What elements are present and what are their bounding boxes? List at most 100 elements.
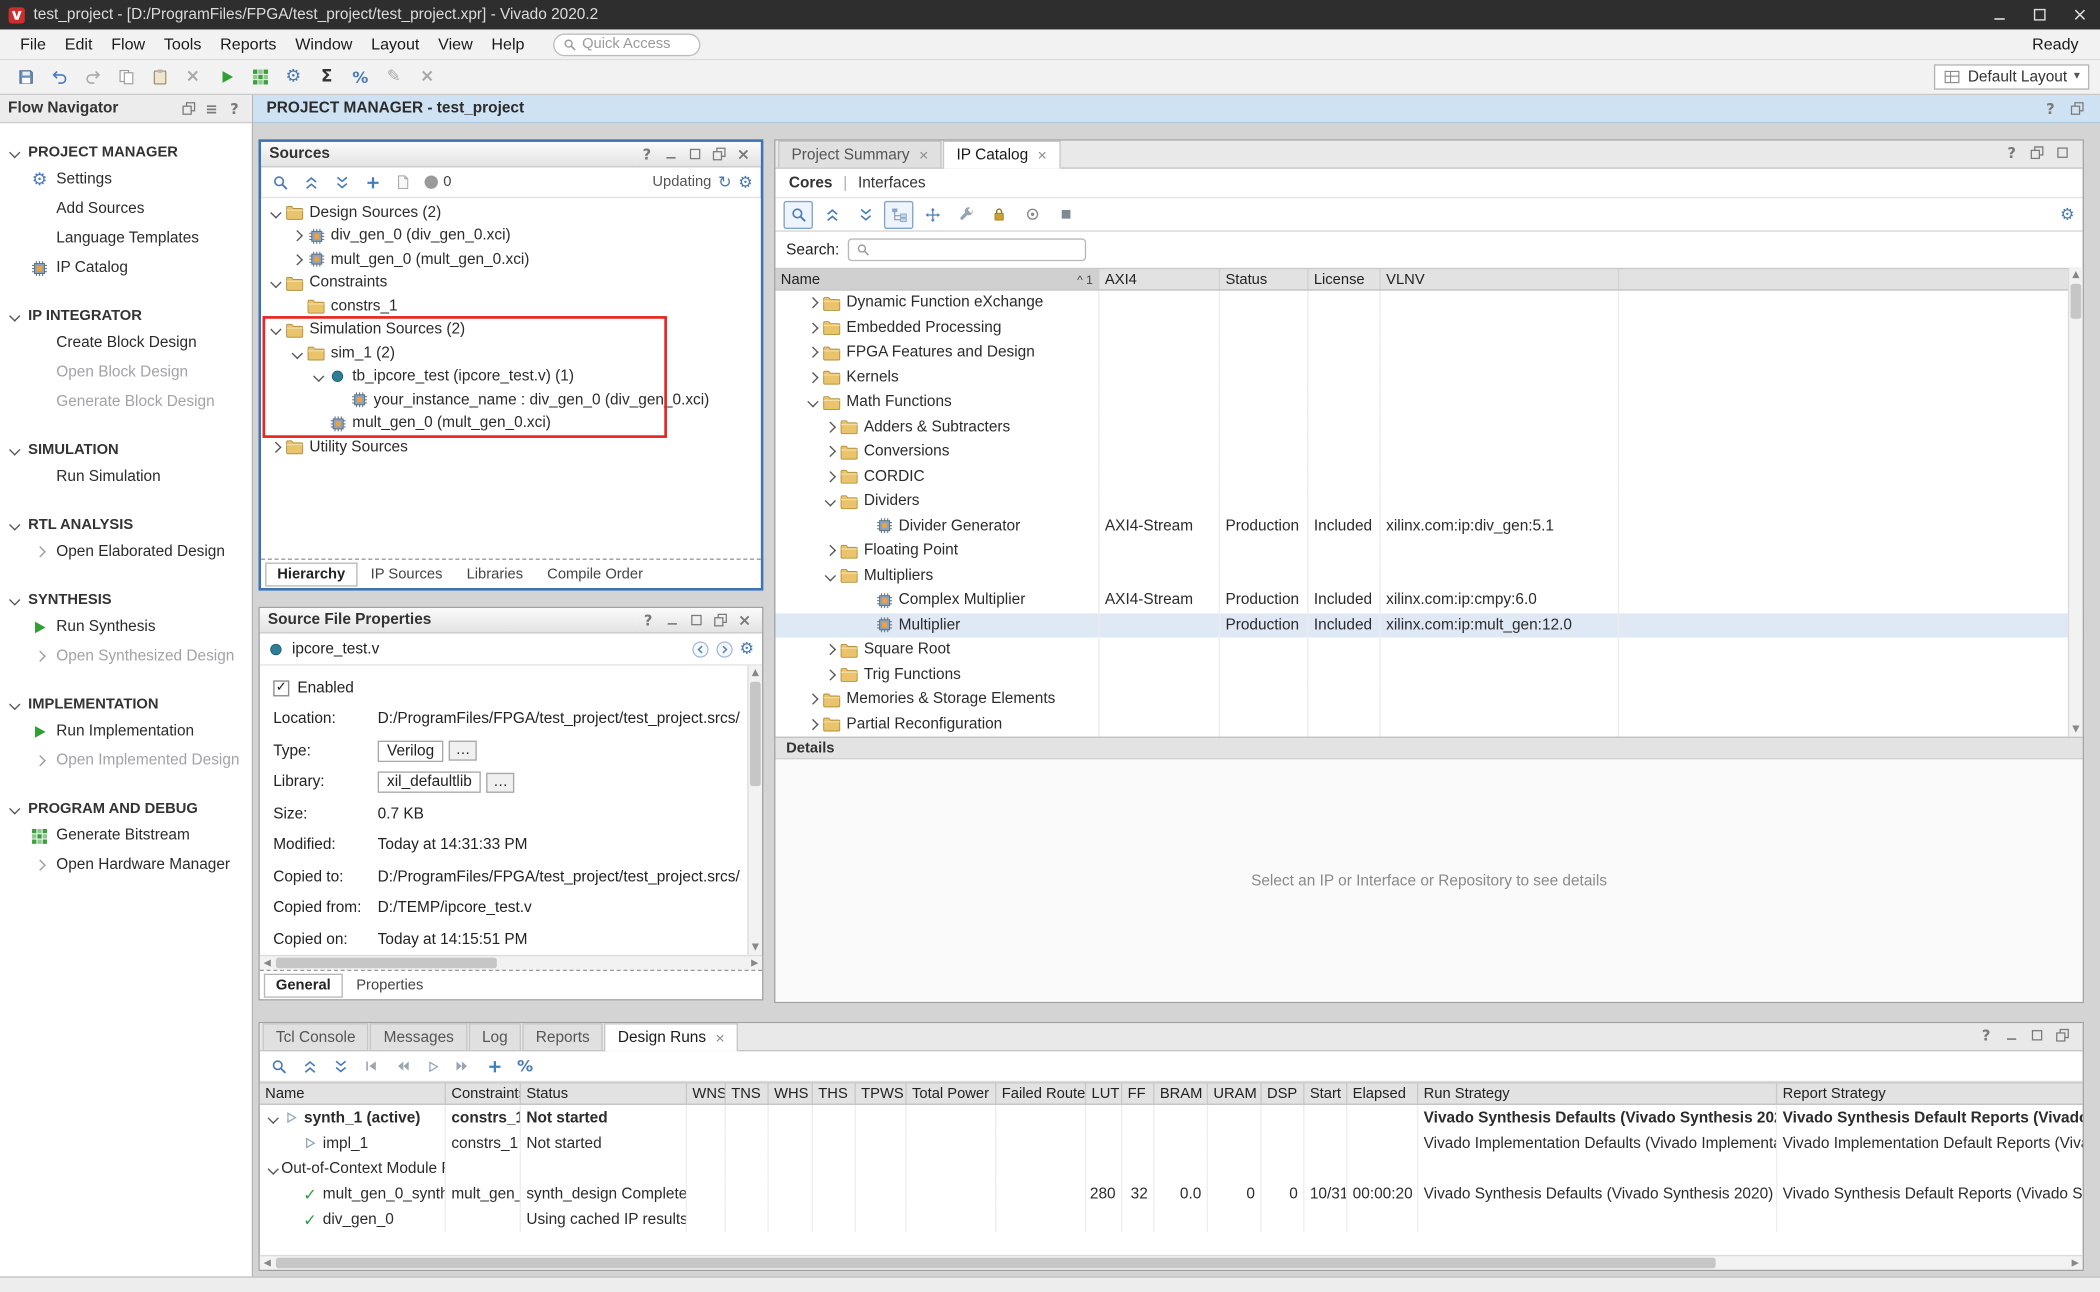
column-header-total-power[interactable]: Total Power (907, 1083, 997, 1103)
column-header-tpws[interactable]: TPWS (856, 1083, 907, 1103)
menu-tools[interactable]: Tools (155, 32, 211, 56)
menu-icon[interactable]: ≡ (202, 99, 221, 118)
ip-row-kernels[interactable]: Kernels (775, 365, 2082, 390)
float-icon[interactable] (2053, 1026, 2072, 1045)
undo-icon[interactable] (44, 63, 73, 91)
expander-closed-icon[interactable] (807, 719, 818, 730)
sources-tab-compile-order[interactable]: Compile Order (536, 563, 653, 584)
ip-row-partial-reconfiguration[interactable]: Partial Reconfiguration (775, 712, 2082, 737)
tab-ip-catalog[interactable]: IP Catalog× (943, 141, 1060, 169)
ip-row-embedded-processing[interactable]: Embedded Processing (775, 315, 2082, 340)
close-icon[interactable]: × (734, 145, 753, 164)
step-back-icon[interactable] (388, 1053, 415, 1078)
scroll-thumb[interactable] (2071, 284, 2082, 319)
fn-section-header-simulation[interactable]: SIMULATION (0, 437, 252, 462)
dock-icon[interactable] (179, 99, 198, 118)
fn-item-open-synthesized-design[interactable]: Open Synthesized Design (0, 642, 252, 671)
search-icon[interactable] (265, 1053, 292, 1078)
layout-selector[interactable]: Default Layout ▾ (1934, 64, 2089, 89)
maximize-icon[interactable] (687, 611, 706, 630)
expander-closed-icon[interactable] (291, 230, 302, 241)
delete-icon[interactable]: × (178, 63, 207, 91)
fn-section-header-implementation[interactable]: IMPLEMENTATION (0, 691, 252, 716)
fn-item-run-simulation[interactable]: Run Simulation (0, 462, 252, 491)
expander-open-icon[interactable] (291, 348, 302, 359)
target-icon[interactable] (1018, 200, 1047, 228)
sources-tab-hierarchy[interactable]: Hierarchy (265, 562, 357, 586)
library-more-button[interactable]: … (487, 772, 515, 792)
expander-open-icon[interactable] (270, 207, 281, 218)
expander-open-icon[interactable] (268, 1112, 279, 1123)
ip-row-divider-generator[interactable]: Divider Generator AXI4-Stream Production… (775, 514, 2082, 539)
expander-closed-icon[interactable] (824, 644, 835, 655)
help-icon[interactable]: ? (638, 145, 657, 164)
quick-access-search[interactable]: Quick Access (553, 33, 700, 56)
window-minimize-icon[interactable] (1979, 0, 2019, 29)
close-icon[interactable]: × (919, 145, 928, 164)
collapse-all-icon[interactable] (817, 200, 846, 228)
add-icon[interactable] (359, 169, 386, 194)
window-maximize-icon[interactable] (2020, 0, 2060, 29)
subtab-cores[interactable]: Cores (789, 175, 833, 191)
column-header-constraints[interactable]: Constraints (446, 1083, 521, 1103)
tab-reports[interactable]: Reports (522, 1023, 603, 1050)
column-header-uram[interactable]: URAM (1208, 1083, 1262, 1103)
column-header-wns[interactable]: WNS (687, 1083, 726, 1103)
ip-row-conversions[interactable]: Conversions (775, 439, 2082, 464)
scroll-thumb[interactable] (276, 958, 497, 969)
column-header-run-strategy[interactable]: Run Strategy (1418, 1083, 1777, 1103)
expander-open-icon[interactable] (312, 371, 323, 382)
scroll-left-icon[interactable]: ◀ (260, 1256, 275, 1269)
hierarchy-icon[interactable] (884, 200, 913, 228)
tab-log[interactable]: Log (469, 1023, 521, 1050)
ip-row-multiplier[interactable]: Multiplier Production Included xilinx.co… (775, 613, 2082, 638)
ip-row-square-root[interactable]: Square Root (775, 638, 2082, 663)
float-icon[interactable] (2068, 99, 2087, 118)
maximize-icon[interactable] (2053, 143, 2072, 162)
column-header-name[interactable]: Name (260, 1083, 446, 1103)
settings-icon[interactable]: ⚙ (279, 63, 308, 91)
source-node-mult-gen-0[interactable]: mult_gen_0 (mult_gen_0.xci) (261, 248, 761, 271)
expander-open-icon[interactable] (270, 324, 281, 335)
sfp-tab-general[interactable]: General (264, 973, 343, 997)
expander-closed-icon[interactable] (807, 347, 818, 358)
search-icon[interactable] (267, 169, 294, 194)
sources-settings-icon[interactable]: ⚙ (738, 173, 752, 190)
expander-closed-icon[interactable] (824, 471, 835, 482)
float-icon[interactable] (710, 145, 729, 164)
tab-design-runs[interactable]: Design Runs× (604, 1023, 738, 1051)
sfp-tab-properties[interactable]: Properties (345, 974, 434, 995)
fn-section-header-project-manager[interactable]: PROJECT MANAGER (0, 139, 252, 164)
save-icon[interactable] (11, 63, 40, 91)
fn-item-run-implementation[interactable]: Run Implementation (0, 717, 252, 746)
add-icon[interactable] (481, 1053, 508, 1078)
column-header-license[interactable]: License (1308, 269, 1380, 289)
expander-closed-icon[interactable] (824, 545, 835, 556)
window-close-icon[interactable] (2060, 0, 2100, 29)
fn-item-generate-bitstream[interactable]: Generate Bitstream (0, 821, 252, 850)
bottom-horizontal-scrollbar[interactable]: ◀ ▶ (260, 1255, 2083, 1270)
source-node-constrs-1[interactable]: constrs_1 (261, 295, 761, 318)
ip-row-fpga-features-and-design[interactable]: FPGA Features and Design (775, 340, 2082, 365)
edit-icon[interactable]: ✎ (379, 63, 408, 91)
copy-icon[interactable] (111, 63, 140, 91)
column-header-tns[interactable]: TNS (726, 1083, 769, 1103)
help-icon[interactable]: ? (639, 611, 658, 630)
expander-closed-icon[interactable] (807, 322, 818, 333)
design-run-row-mult-gen-0-synth-1[interactable]: ✓mult_gen_0_synth_1mult_gen_0synth_desig… (260, 1181, 2083, 1206)
column-header-status[interactable]: Status (1220, 269, 1308, 289)
fn-item-open-block-design[interactable]: Open Block Design (0, 358, 252, 387)
source-node-sim-1[interactable]: sim_1 (2) (261, 342, 761, 365)
help-icon[interactable]: ? (1977, 1026, 1996, 1045)
stop-icon[interactable] (1051, 200, 1080, 228)
expand-all-icon[interactable] (327, 1053, 354, 1078)
fn-item-open-implemented-design[interactable]: Open Implemented Design (0, 746, 252, 775)
tab-tcl-console[interactable]: Tcl Console (263, 1023, 369, 1050)
type-combobox[interactable]: Verilog (378, 740, 444, 761)
scroll-right-icon[interactable]: ▶ (2068, 1256, 2083, 1269)
column-header-axi4[interactable]: AXI4 (1100, 269, 1221, 289)
expander-open-icon[interactable] (270, 277, 281, 288)
expander-open-icon[interactable] (807, 396, 818, 407)
collapse-all-icon[interactable] (297, 169, 324, 194)
expander-closed-icon[interactable] (824, 421, 835, 432)
